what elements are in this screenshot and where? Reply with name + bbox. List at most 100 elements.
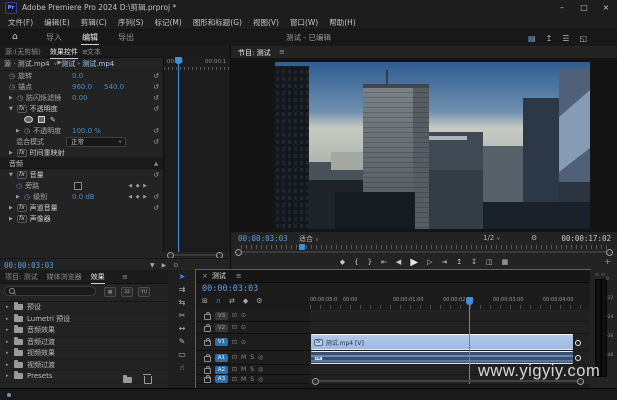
stopwatch-icon[interactable]: ◷	[17, 94, 23, 102]
zoom-handle-left[interactable]	[312, 378, 319, 385]
reset-parameter-icon[interactable]: ↺	[153, 138, 159, 146]
source-clip-label[interactable]: 源 · 测试.mp4	[4, 59, 50, 69]
ripple-edit-tool[interactable]: ⇆	[168, 296, 196, 309]
effect-row-bypass[interactable]: ◷ 旁路 ◀ ◆ ▶	[0, 180, 163, 191]
quick-export-icon[interactable]: ↥	[546, 34, 553, 43]
step-back-button[interactable]: ◀	[396, 258, 401, 266]
timeline-timecode[interactable]: 00:00:03:03	[202, 284, 258, 294]
collapse-section-icon[interactable]: ▲	[154, 161, 158, 167]
effect-row-level[interactable]: ▶ ◷ 级别 0.0 dB ◀ ◆ ▶ ↺	[0, 191, 163, 202]
track-target-toggle[interactable]: V1	[215, 338, 228, 346]
track-lane-v2[interactable]	[310, 322, 590, 334]
progress-dashboard-icon[interactable]: ☰	[562, 34, 569, 43]
bin-presets-cn[interactable]: ▸ 预设	[0, 302, 168, 314]
panel-menu-icon[interactable]: ≡	[122, 273, 128, 281]
go-to-out-button[interactable]: ⇥	[441, 258, 447, 266]
menu-item[interactable]: 标记(M)	[154, 17, 181, 28]
fx-badge-icon[interactable]: fx	[17, 204, 27, 212]
new-bin-button[interactable]	[123, 377, 132, 383]
program-timecode[interactable]: 00:00:03:03	[238, 234, 288, 243]
track-lock-icon[interactable]	[204, 356, 211, 362]
sync-lock-icon[interactable]: ⊡	[232, 324, 237, 331]
track-lane-v3[interactable]	[310, 310, 590, 322]
mute-button[interactable]: M	[241, 366, 246, 373]
program-scrubber[interactable]	[235, 244, 613, 254]
delete-button[interactable]	[144, 376, 152, 384]
linked-selection-button[interactable]: ⇄	[229, 297, 235, 305]
go-to-in-button[interactable]: ⇤	[381, 258, 387, 266]
export-frame-button[interactable]: ◫	[486, 258, 493, 266]
value-field[interactable]: 540.0	[104, 83, 124, 91]
pen-tool[interactable]: ✎	[168, 335, 196, 348]
selection-tool[interactable]: ➤	[168, 270, 196, 283]
bin-audio-effects[interactable]: ▸ 音频效果	[0, 325, 168, 337]
effect-group-opacity[interactable]: ▼ fx 不透明度 ↺	[0, 103, 163, 114]
track-target-toggle[interactable]: V3	[215, 312, 228, 320]
menu-item[interactable]: 视图(V)	[253, 17, 279, 28]
add-marker-button[interactable]: ◆	[243, 297, 248, 305]
comparison-view-button[interactable]: ▦	[502, 258, 509, 266]
close-button[interactable]: ×	[595, 0, 617, 15]
twirl-arrow-icon[interactable]: ▸	[6, 339, 10, 345]
add-marker-button[interactable]: ◆	[340, 258, 345, 266]
sync-lock-icon[interactable]: ⊡	[232, 339, 237, 346]
zoom-level-select[interactable]: 适合 ∨	[299, 234, 319, 244]
insert-overwrite-sequence-button[interactable]: ⊞	[202, 297, 208, 305]
twirl-arrow-icon[interactable]: ▶	[16, 194, 21, 200]
track-lock-icon[interactable]	[204, 314, 211, 320]
track-lock-icon[interactable]	[204, 368, 211, 374]
reset-parameter-icon[interactable]: ↺	[153, 193, 159, 201]
fx-badge-icon[interactable]: fx	[17, 149, 27, 157]
effects-search-input[interactable]	[4, 286, 96, 296]
track-lock-icon[interactable]	[204, 326, 211, 332]
bin-audio-transitions[interactable]: ▸ 音频过渡	[0, 337, 168, 349]
reset-parameter-icon[interactable]: ↺	[153, 127, 159, 135]
track-select-forward-tool[interactable]: ⇉	[168, 283, 196, 296]
button-editor-icon[interactable]: +	[604, 257, 611, 266]
menu-item[interactable]: 文件(F)	[8, 17, 33, 28]
clip-fade-handle[interactable]	[575, 355, 581, 361]
play-button[interactable]: ▶	[410, 257, 418, 268]
opacity-mask-tools[interactable]: ✎	[0, 114, 163, 125]
effect-row-rotation[interactable]: ◷ 旋转 0.0 ↺	[0, 70, 163, 81]
stopwatch-icon[interactable]: ◷	[16, 182, 22, 190]
reset-parameter-icon[interactable]: ↺	[153, 94, 159, 102]
twirl-arrow-icon[interactable]: ▸	[6, 304, 10, 310]
sync-lock-icon[interactable]: ⊡	[232, 376, 237, 383]
hand-tool[interactable]: ☝	[168, 361, 196, 374]
twirl-arrow-icon[interactable]: ▸	[6, 362, 10, 368]
bin-video-transitions[interactable]: ▸ 视频过渡	[0, 360, 168, 372]
menu-item[interactable]: 剪辑(C)	[81, 17, 107, 28]
fullscreen-icon[interactable]: ◱	[579, 34, 587, 43]
razor-tool[interactable]: ✂	[168, 309, 196, 322]
maximize-button[interactable]: □	[573, 0, 595, 15]
value-field[interactable]: 0.0 dB	[72, 193, 95, 201]
stopwatch-icon[interactable]: ◷	[9, 83, 15, 91]
extract-button[interactable]: ↧	[471, 258, 477, 266]
reset-parameter-icon[interactable]: ↺	[153, 72, 159, 80]
tab-media-browser[interactable]: 媒体浏览器	[47, 272, 82, 282]
twirl-arrow-icon[interactable]: ▼	[9, 106, 14, 112]
bin-video-effects[interactable]: ▸ 视频效果	[0, 348, 168, 360]
menu-item[interactable]: 序列(S)	[118, 17, 144, 28]
fx-badge-icon[interactable]: fx	[17, 171, 27, 179]
workspace-switcher-icon[interactable]: ▤	[528, 34, 536, 43]
playback-resolution-select[interactable]: 1/2 ∨	[483, 234, 500, 242]
snap-button[interactable]: ∩	[216, 297, 221, 305]
solo-button[interactable]: S	[250, 354, 254, 361]
track-target-toggle[interactable]: A1	[215, 354, 228, 362]
twirl-arrow-icon[interactable]: ▶	[9, 216, 14, 222]
timeline-settings-button[interactable]: ⚙	[256, 297, 262, 305]
rect-mask-icon[interactable]	[38, 116, 45, 123]
track-target-toggle[interactable]: V2	[215, 324, 228, 332]
twirl-arrow-icon[interactable]: ▶	[16, 128, 21, 134]
video-clip[interactable]: fx 测试.mp4 [V]	[311, 334, 573, 350]
close-icon[interactable]: ×	[202, 272, 208, 280]
write-keyframes-button[interactable]: ⊙	[173, 262, 178, 269]
32bit-effects-badge[interactable]: 32	[121, 287, 133, 297]
minimize-button[interactable]: –	[551, 0, 573, 15]
fx-badge-icon[interactable]: fx	[17, 105, 27, 113]
twirl-arrow-icon[interactable]: ▸	[6, 327, 10, 333]
panel-menu-icon[interactable]: ≡	[82, 48, 88, 56]
pen-mask-icon[interactable]: ✎	[50, 116, 56, 124]
